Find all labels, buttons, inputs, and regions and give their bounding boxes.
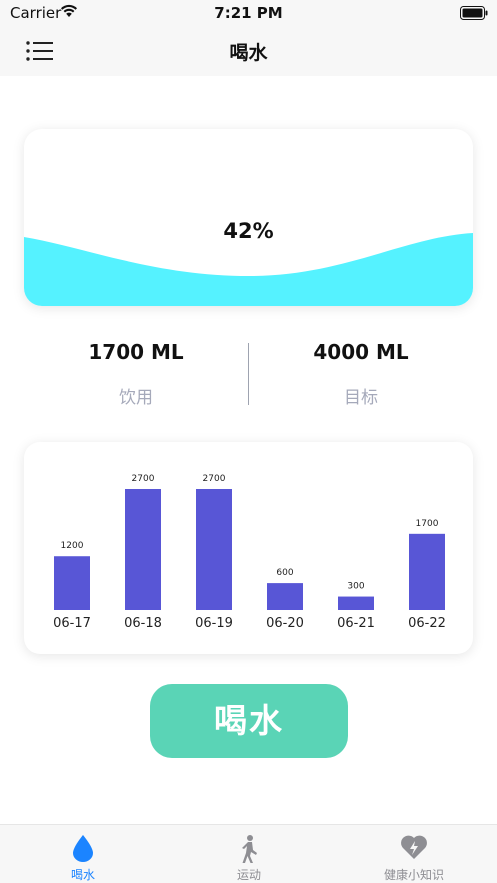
goal-label: 目标 [344,388,378,408]
goal-stat: 4000 ML 目标 [251,338,471,408]
heart-bolt-icon [401,835,427,859]
drunk-stat: 1700 ML 饮用 [26,338,246,408]
tab-label-health: 健康小知识 [383,868,444,882]
drunk-amount: 1700 ML [88,340,184,364]
bar-06-20 [267,583,303,610]
x-tick-label: 06-17 [53,616,91,631]
x-tick-label: 06-18 [124,616,162,631]
bar-06-17 [54,556,90,610]
stats-divider [248,343,249,405]
walking-person-icon [242,835,257,863]
drunk-label: 饮用 [119,388,153,408]
water-wave-fill [24,233,473,306]
tab-health-tips[interactable]: 健康小知识 [331,825,497,883]
battery-icon [460,6,488,20]
drink-water-button[interactable]: 喝水 [150,684,348,758]
goal-amount: 4000 ML [313,340,409,364]
page-title: 喝水 [229,42,268,64]
tab-label-drink: 喝水 [70,868,95,882]
x-tick-label: 06-20 [266,616,304,631]
x-tick-label: 06-21 [337,616,375,631]
tab-bar: 喝水 运动 健康小知识 [0,824,497,883]
water-progress-card: 42% [24,129,473,306]
bar-value-label: 2700 [203,474,226,484]
water-history-bar-chart: 1200 06-17 2700 06-18 2700 06-19 600 06-20 300 06… [53,474,446,631]
tab-exercise[interactable]: 运动 [166,825,332,883]
x-tick-label: 06-22 [408,616,446,631]
bar-value-label: 600 [276,568,293,578]
bar-06-22 [409,533,445,610]
tab-drink-water[interactable]: 喝水 [0,825,166,883]
bar-06-21 [338,596,374,610]
status-time: 7:21 PM [214,4,283,22]
bar-value-label: 2700 [132,474,155,484]
bar-06-18 [125,489,161,610]
water-wave [24,233,473,306]
progress-percent: 42% [223,219,274,243]
bar-06-19 [196,489,232,610]
water-app-screen: Carrier 7:21 PM 喝水 42% 1700 ML 饮用 4000 M… [0,0,497,883]
status-bar: Carrier 7:21 PM [0,0,497,26]
water-drop-icon [73,835,93,862]
bar-value-label: 1200 [61,541,84,551]
bar-value-label: 1700 [416,519,439,529]
navigation-bar: 喝水 [0,26,497,76]
tab-label-exercise: 运动 [236,868,261,882]
bar-value-label: 300 [347,582,364,592]
history-chart-card: 1200 06-17 2700 06-18 2700 06-19 600 06-20 300 06… [24,442,473,654]
x-tick-label: 06-19 [195,616,233,631]
